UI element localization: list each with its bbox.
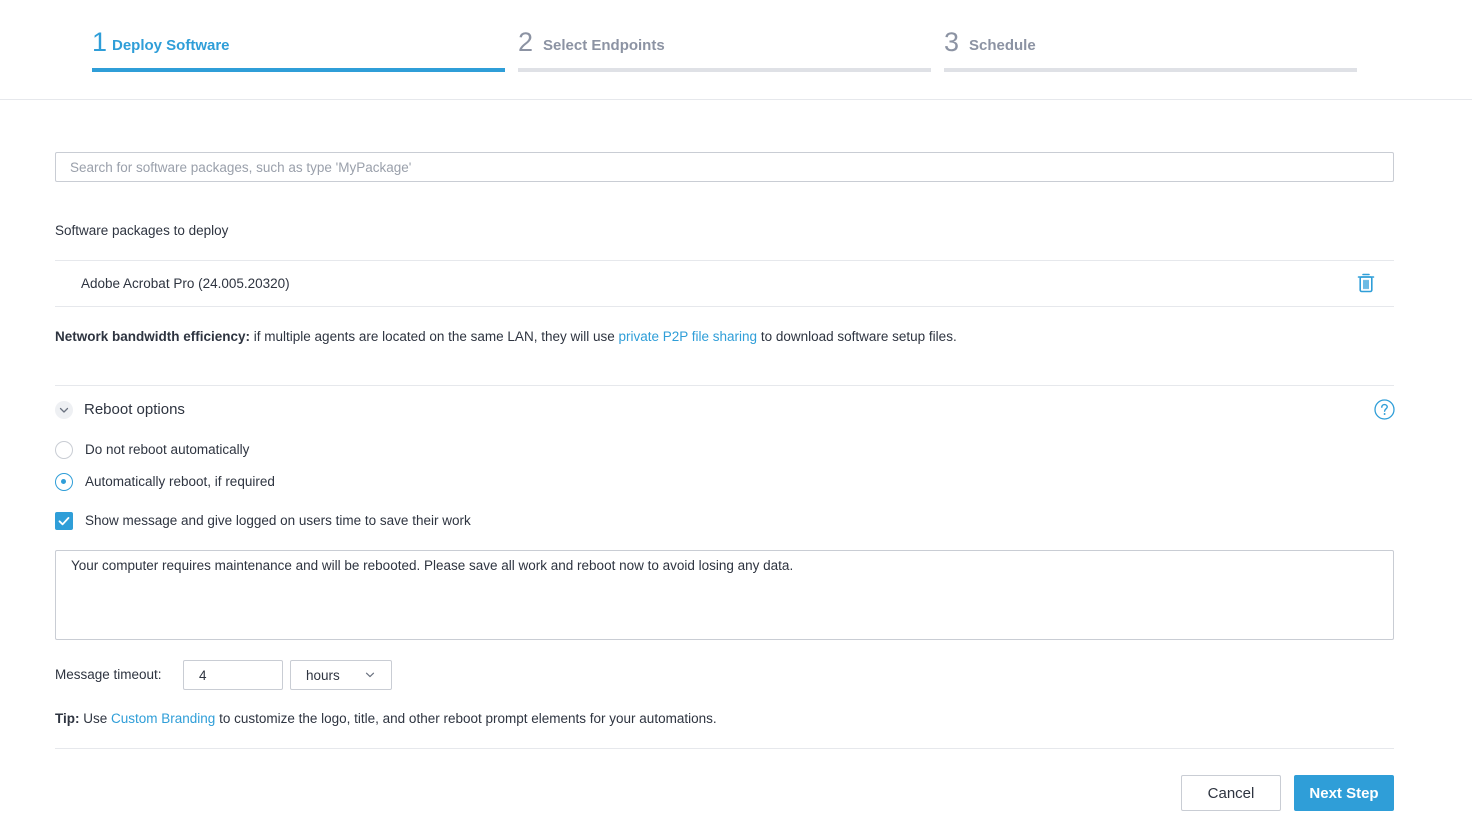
- section-divider: [55, 385, 1394, 386]
- step-label: Schedule: [969, 37, 1036, 54]
- step-progress-bar: [92, 68, 505, 72]
- cancel-button[interactable]: Cancel: [1181, 775, 1281, 811]
- step-number: 1: [92, 27, 108, 57]
- reboot-options-header: Reboot options: [55, 398, 1395, 422]
- tip-title: Tip:: [55, 711, 80, 726]
- tip-text: Use: [79, 711, 112, 726]
- checkmark-icon: [58, 517, 70, 526]
- bandwidth-note: Network bandwidth efficiency: if multipl…: [55, 329, 957, 344]
- p2p-file-sharing-link[interactable]: private P2P file sharing: [618, 329, 757, 344]
- radio-no-reboot[interactable]: [55, 441, 73, 459]
- step-label: Deploy Software: [112, 37, 230, 54]
- step-schedule[interactable]: 3 Schedule: [944, 26, 1357, 74]
- step-progress-bar: [944, 68, 1357, 72]
- show-message-checkbox[interactable]: [55, 512, 73, 530]
- package-name: Adobe Acrobat Pro (24.005.20320): [81, 276, 290, 291]
- trash-icon[interactable]: [1357, 273, 1375, 293]
- message-timeout-input[interactable]: [183, 660, 283, 690]
- chevron-down-icon: [59, 407, 69, 413]
- reboot-options-title: Reboot options: [84, 401, 185, 418]
- package-row: Adobe Acrobat Pro (24.005.20320): [55, 260, 1394, 307]
- footer-divider: [55, 748, 1394, 749]
- timeout-unit-value: hours: [306, 668, 340, 683]
- tip-text-end: to customize the logo, title, and other …: [215, 711, 717, 726]
- package-search-input[interactable]: [55, 152, 1394, 182]
- step-deploy-software[interactable]: 1 Deploy Software: [92, 26, 505, 74]
- branding-tip: Tip: Use Custom Branding to customize th…: [55, 711, 717, 726]
- bandwidth-note-text-end: to download software setup files.: [757, 329, 957, 344]
- radio-auto-reboot[interactable]: [55, 473, 73, 491]
- next-step-button[interactable]: Next Step: [1294, 775, 1394, 811]
- chevron-down-icon: [365, 672, 375, 678]
- step-select-endpoints[interactable]: 2 Select Endpoints: [518, 26, 931, 74]
- custom-branding-link[interactable]: Custom Branding: [111, 711, 215, 726]
- timeout-unit-select[interactable]: hours: [290, 660, 392, 690]
- bandwidth-note-text: if multiple agents are located on the sa…: [250, 329, 619, 344]
- step-number: 2: [518, 27, 534, 57]
- checkbox-label: Show message and give logged on users ti…: [85, 513, 471, 528]
- step-progress-bar: [518, 68, 931, 72]
- packages-section-label: Software packages to deploy: [55, 223, 229, 238]
- reboot-message-textarea[interactable]: Your computer requires maintenance and w…: [55, 550, 1394, 640]
- help-circle-icon[interactable]: [1374, 399, 1395, 420]
- radio-label: Automatically reboot, if required: [85, 474, 275, 489]
- step-number: 3: [944, 27, 960, 57]
- radio-label: Do not reboot automatically: [85, 442, 250, 457]
- step-label: Select Endpoints: [543, 37, 665, 54]
- bandwidth-note-title: Network bandwidth efficiency:: [55, 329, 251, 344]
- collapse-chevron-button[interactable]: [55, 401, 73, 419]
- wizard-stepper: 1 Deploy Software 2 Select Endpoints 3 S…: [0, 0, 1472, 100]
- message-timeout-label: Message timeout:: [55, 667, 162, 682]
